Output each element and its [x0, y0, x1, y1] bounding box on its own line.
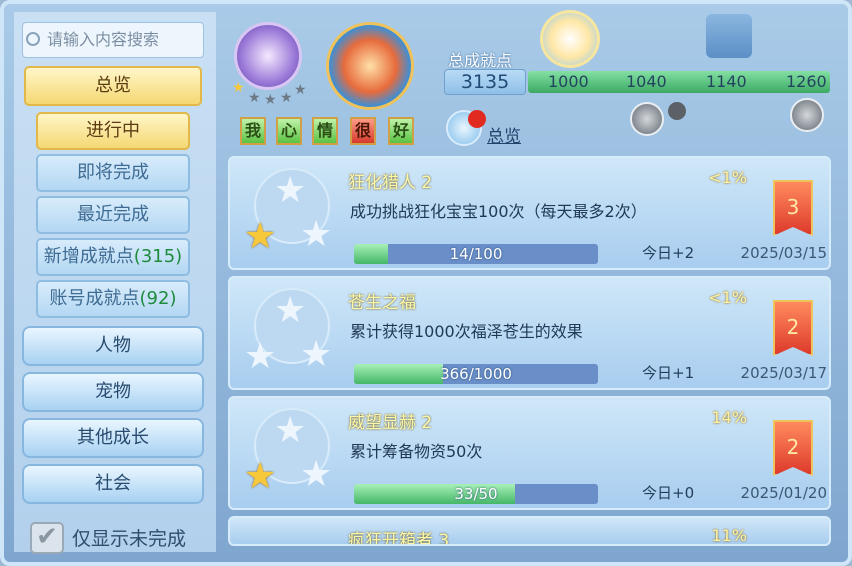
achievement-percent: <1% [708, 168, 747, 187]
medal-star-icon: ★ [232, 80, 245, 96]
star-icon: ★ [244, 216, 277, 257]
total-points-label: 总成就点 [448, 51, 513, 70]
achievement-title: 威望显赫 2 [348, 413, 433, 433]
milestone-label: 1040 [626, 72, 667, 91]
total-points-value: 3135 [444, 69, 526, 95]
star-icon: ★ [244, 336, 277, 377]
star-icon: ★ [274, 170, 307, 211]
achievement-card[interactable]: 疯狂开箱者 3 11% [228, 516, 831, 546]
filter-checkbox[interactable]: ✔ [30, 522, 64, 554]
progress-text: 14/100 [449, 245, 503, 263]
search-placeholder: 请输入内容搜索 [47, 30, 160, 49]
search-icon [26, 32, 40, 46]
star-icon: ★ [300, 214, 333, 255]
category-social[interactable]: 社会 [22, 464, 204, 504]
rank-ribbon: 2 [773, 420, 813, 476]
achievement-desc: 成功挑战狂化宝宝100次（每天最多2次） [350, 202, 647, 221]
keyword-tile: 很 [350, 117, 376, 145]
star-icon: ★ [300, 454, 333, 495]
filter-label[interactable]: 仅显示未完成 [72, 524, 186, 551]
search-input[interactable]: 请输入内容搜索 [22, 22, 204, 58]
rank-ribbon: 3 [773, 180, 813, 236]
medal-star-icon: ★ [248, 90, 261, 106]
achievement-percent: <1% [708, 288, 747, 307]
achievement-progress-bar: 14/100 [354, 244, 598, 264]
category-pet[interactable]: 宠物 [22, 372, 204, 412]
tab-in-progress[interactable]: 进行中 [36, 112, 190, 150]
rank-ribbon: 2 [773, 300, 813, 356]
tab-account-points-label: 账号成就点 [49, 288, 140, 309]
medal-star-icon: ★ [294, 82, 307, 98]
baby-doll-icon[interactable] [540, 10, 600, 68]
achievement-card[interactable]: ★ ★ ★ 狂化猎人 2 成功挑战狂化宝宝100次（每天最多2次） <1% 3 … [228, 156, 831, 270]
tab-new-points-count: (315) [133, 246, 183, 267]
star-icon: ★ [274, 410, 307, 451]
tab-new-points[interactable]: 新增成就点(315) [36, 238, 190, 276]
tool-emblem-icon[interactable] [326, 22, 414, 110]
keyword-tile: 情 [312, 117, 338, 145]
achievement-title: 疯狂开箱者 3 [348, 531, 450, 546]
today-gain: 今日+2 [642, 244, 695, 262]
overview-link[interactable]: 总览 [487, 122, 521, 147]
tab-account-points-count: (92) [139, 288, 177, 309]
milestone-label: 1140 [706, 72, 747, 91]
achievement-date: 2025/01/20 [740, 484, 827, 502]
achievement-card[interactable]: ★ ★ ★ 威望显赫 2 累计筹备物资50次 14% 2 33/50 今日+0 … [228, 396, 831, 510]
achievement-desc: 累计获得1000次福泽苍生的效果 [350, 322, 583, 341]
achievement-percent: 11% [711, 526, 747, 545]
star-icon: ★ [300, 334, 333, 375]
category-character[interactable]: 人物 [22, 326, 204, 366]
achievement-card[interactable]: ★ ★ ★ 苍生之福 累计获得1000次福泽苍生的效果 <1% 2 366/10… [228, 276, 831, 390]
star-icon: ★ [244, 456, 277, 497]
achievement-date: 2025/03/17 [740, 364, 827, 382]
keyword-tile: 我 [240, 117, 266, 145]
notification-dot [468, 110, 486, 128]
achievement-progress-bar: 33/50 [354, 484, 598, 504]
tab-recent-done[interactable]: 最近完成 [36, 196, 190, 234]
tab-almost-done[interactable]: 即将完成 [36, 154, 190, 192]
achievement-progress-bar: 366/1000 [354, 364, 598, 384]
achievement-desc: 累计筹备物资50次 [350, 442, 483, 461]
check-icon: ✔ [36, 522, 58, 552]
medal-star-icon: ★ [264, 92, 277, 108]
category-other-growth[interactable]: 其他成长 [22, 418, 204, 458]
keyword-tile: 心 [276, 117, 302, 145]
progress-text: 366/1000 [440, 365, 512, 383]
today-gain: 今日+0 [642, 484, 695, 502]
star-icon: ★ [274, 290, 307, 331]
keyword-tile: 好 [388, 117, 414, 145]
achievement-title: 狂化猎人 2 [348, 173, 433, 193]
achievement-percent: 14% [711, 408, 747, 427]
today-gain: 今日+1 [642, 364, 695, 382]
medal-star-icon: ★ [280, 90, 293, 106]
achievement-title: 苍生之福 [348, 293, 416, 313]
treasure-bag-icon[interactable] [706, 14, 752, 58]
sidebar-overview-button[interactable]: 总览 [24, 66, 202, 106]
small-bag-icon [668, 102, 686, 120]
wolf-medal-icon[interactable] [790, 98, 824, 132]
achievement-date: 2025/03/15 [740, 244, 827, 262]
tab-account-points[interactable]: 账号成就点(92) [36, 280, 190, 318]
milestone-label: 1260 [786, 72, 827, 91]
progress-text: 33/50 [454, 485, 498, 503]
wolf-medal-icon[interactable] [630, 102, 664, 136]
tab-new-points-label: 新增成就点 [43, 246, 134, 267]
milestone-label: 1000 [548, 72, 589, 91]
